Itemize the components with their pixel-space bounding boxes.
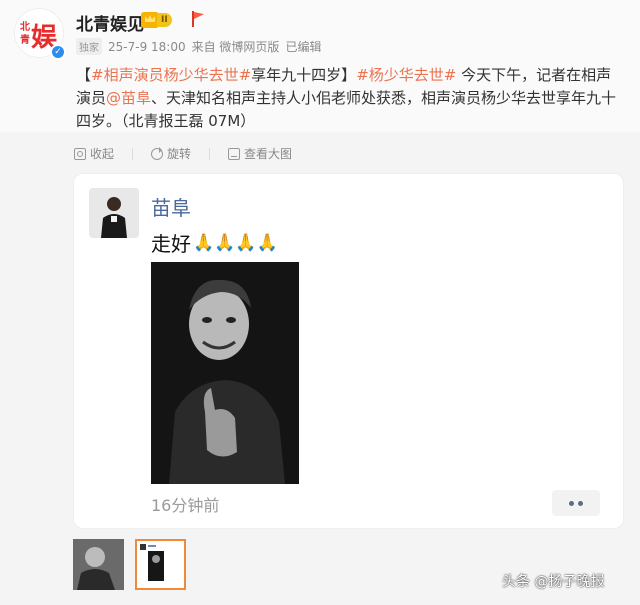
portrait-photo[interactable]	[151, 262, 299, 484]
image-thumbnail-selected[interactable]	[135, 539, 186, 590]
divider	[209, 147, 211, 160]
source-watermark: 头条 @扬子晚报	[502, 574, 605, 590]
rotate-label: 旋转	[167, 147, 192, 161]
collapse-label: 收起	[90, 147, 115, 161]
hashtag-link[interactable]: #相声演员杨少华去世#	[91, 66, 251, 84]
edited-label[interactable]: 已编辑	[285, 38, 321, 55]
embedded-post-text: 走好 🙏🙏🙏🙏	[151, 228, 278, 257]
more-button[interactable]	[552, 490, 600, 516]
thumbnail-image	[73, 539, 124, 590]
embedded-screenshot-card[interactable]: 苗阜 走好 🙏🙏🙏🙏 16分钟前	[73, 173, 624, 529]
post-headline: 享年九十四岁	[251, 66, 342, 84]
divider	[132, 147, 134, 160]
post-header-area: 北 青 娱 ✓ 北青娱见 II 独家 25-7-9 18:00 来自 微博网页版…	[0, 0, 640, 132]
bracket-open: 【	[76, 66, 92, 84]
more-dots-icon	[578, 500, 583, 506]
embedded-text: 走好	[151, 232, 191, 256]
vip-level-badge: II	[157, 13, 172, 27]
pray-emoji: 🙏🙏🙏🙏	[193, 232, 278, 253]
account-name[interactable]: 北青娱见	[76, 10, 144, 35]
more-dots-icon	[569, 500, 574, 506]
view-large-button[interactable]: 查看大图	[228, 145, 292, 162]
post-text: 、天津知名相声主持人小佀老师处获悉，相声演员杨少华去世享年九十四岁。（北青报王磊…	[76, 89, 617, 130]
post-meta: 独家 25-7-9 18:00 来自 微博网页版 已编辑	[76, 38, 321, 55]
exclusive-badge: 独家	[76, 38, 102, 55]
post-timestamp[interactable]: 25-7-9 18:00	[108, 40, 186, 54]
rotate-icon	[151, 146, 164, 160]
embedded-author-name[interactable]: 苗阜	[151, 192, 191, 221]
svg-text:青: 青	[20, 33, 30, 46]
thumbnail-image	[137, 541, 184, 588]
embedded-avatar	[89, 188, 139, 238]
image-thumbnail[interactable]	[73, 539, 124, 590]
post-source: 来自 微博网页版	[191, 40, 280, 54]
svg-text:北: 北	[20, 20, 30, 33]
rotate-button[interactable]: 旋转	[151, 145, 191, 162]
person-photo-icon	[89, 188, 139, 238]
view-large-icon	[228, 147, 241, 160]
view-large-label: 查看大图	[244, 147, 293, 161]
collapse-button[interactable]: 收起	[74, 145, 114, 162]
flag-icon	[190, 11, 204, 27]
post-body: 【#相声演员杨少华去世#享年九十四岁】#杨少华去世# 今天下午，记者在相声演员@…	[76, 64, 621, 133]
mention-link[interactable]: @苗阜	[106, 89, 151, 107]
portrait-image	[151, 262, 299, 484]
bracket-close: 】	[341, 66, 357, 84]
verified-icon: ✓	[50, 44, 66, 60]
collapse-icon	[74, 147, 86, 160]
embedded-post-time: 16分钟前	[151, 496, 220, 515]
image-action-bar: 收起 旋转 查看大图	[74, 145, 292, 162]
hashtag-link[interactable]: #杨少华去世#	[356, 66, 456, 84]
